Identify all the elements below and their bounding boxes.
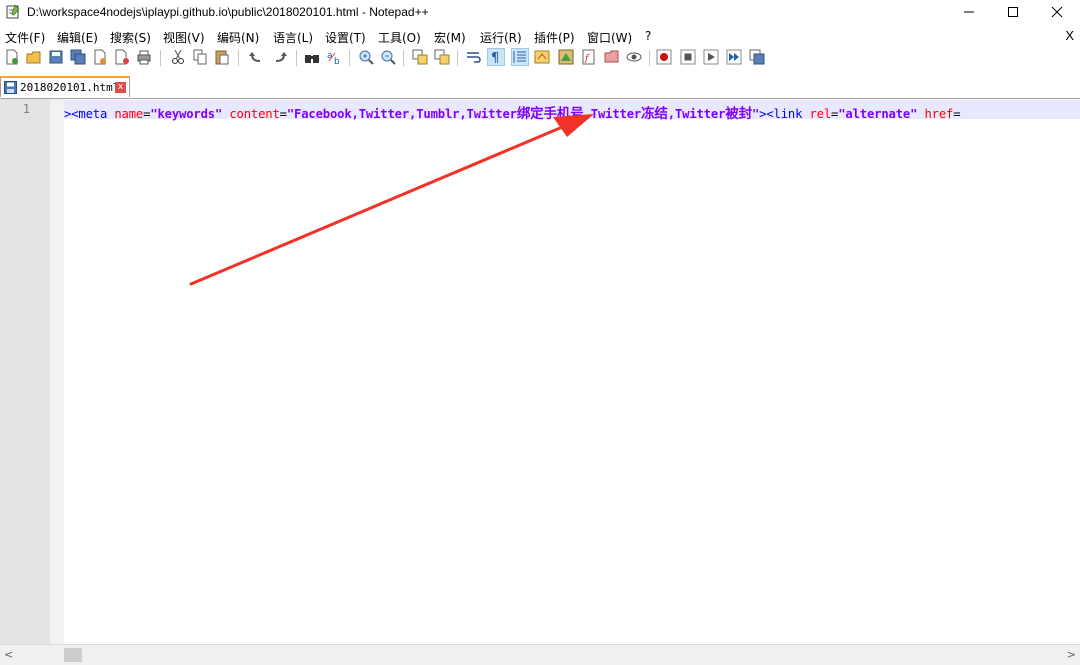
scrollbar-thumb[interactable] xyxy=(64,648,82,662)
arrow-head xyxy=(553,114,594,137)
scroll-right-arrow-icon[interactable]: > xyxy=(1067,648,1076,661)
horizontal-scrollbar[interactable]: < > xyxy=(0,644,1080,665)
scroll-left-arrow-icon[interactable]: < xyxy=(4,648,13,661)
arrow-shaft xyxy=(189,126,562,286)
red-annotation-arrow xyxy=(189,114,594,286)
